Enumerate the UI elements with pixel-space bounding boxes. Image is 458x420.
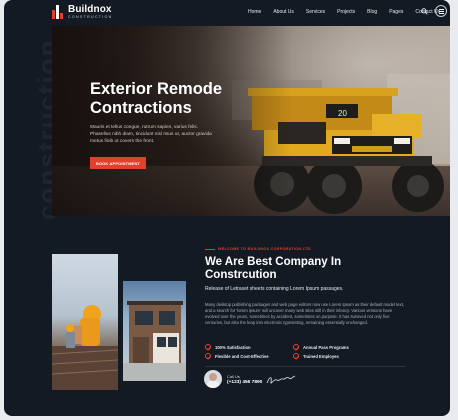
check-circle-icon <box>205 344 211 350</box>
about-title: We Are Best Company In Constrcution <box>205 256 342 281</box>
svg-text:20: 20 <box>338 109 347 118</box>
feature-item: Annual Pass Programs <box>293 344 349 350</box>
nav-item-blog[interactable]: Blog <box>367 9 377 15</box>
hero-description: Mauris et tellus congue, rutrum sapien, … <box>90 125 212 144</box>
brand-tagline: CONSTRUCTION <box>68 15 113 19</box>
hero-banner: 20 Exterior Remode Contractions Mauris e… <box>52 26 450 216</box>
brand-logo[interactable]: Buildnox CONSTRUCTION <box>52 5 113 20</box>
avatar <box>204 370 222 388</box>
logo-mark-icon <box>52 5 64 20</box>
about-eyebrow: WELCOME TO BUILDNOX CORPORATION LTD. <box>205 247 312 251</box>
search-icon[interactable] <box>421 8 428 15</box>
site-header: Buildnox CONSTRUCTION Home About Us Serv… <box>4 0 450 26</box>
main-nav: Home About Us Services Projects Blog Pag… <box>248 9 450 15</box>
check-circle-icon <box>205 353 211 359</box>
nav-item-pages[interactable]: Pages <box>389 9 403 15</box>
feature-item: 100% Satisfaction <box>205 344 251 350</box>
brand-name: Buildnox <box>68 4 112 15</box>
divider <box>205 366 405 367</box>
feature-item: Flexible and Cost-Effective <box>205 353 269 359</box>
about-body: Many desktop publishing packages and web… <box>205 302 405 326</box>
house-photo <box>123 281 186 381</box>
hero-title: Exterior Remode Contractions <box>90 80 223 117</box>
nav-item-services[interactable]: Services <box>306 9 325 15</box>
worker-photo <box>52 254 118 390</box>
phone-number[interactable]: (+123) 456 7890 <box>227 380 262 385</box>
nav-item-about[interactable]: About Us <box>273 9 294 15</box>
check-circle-icon <box>293 344 299 350</box>
page-frame: Buildnox CONSTRUCTION Home About Us Serv… <box>4 0 450 416</box>
book-appointment-button[interactable]: BOOK APPOINTMENT <box>90 157 146 169</box>
check-circle-icon <box>293 353 299 359</box>
nav-item-projects[interactable]: Projects <box>337 9 355 15</box>
hamburger-menu-icon[interactable] <box>435 5 447 17</box>
about-lead: Release of Letraset sheets containing Lo… <box>205 286 344 292</box>
nav-item-home[interactable]: Home <box>248 9 261 15</box>
signature-image <box>266 375 296 384</box>
call-label: Call Us <box>227 374 240 379</box>
feature-item: Trained Employes <box>293 353 339 359</box>
